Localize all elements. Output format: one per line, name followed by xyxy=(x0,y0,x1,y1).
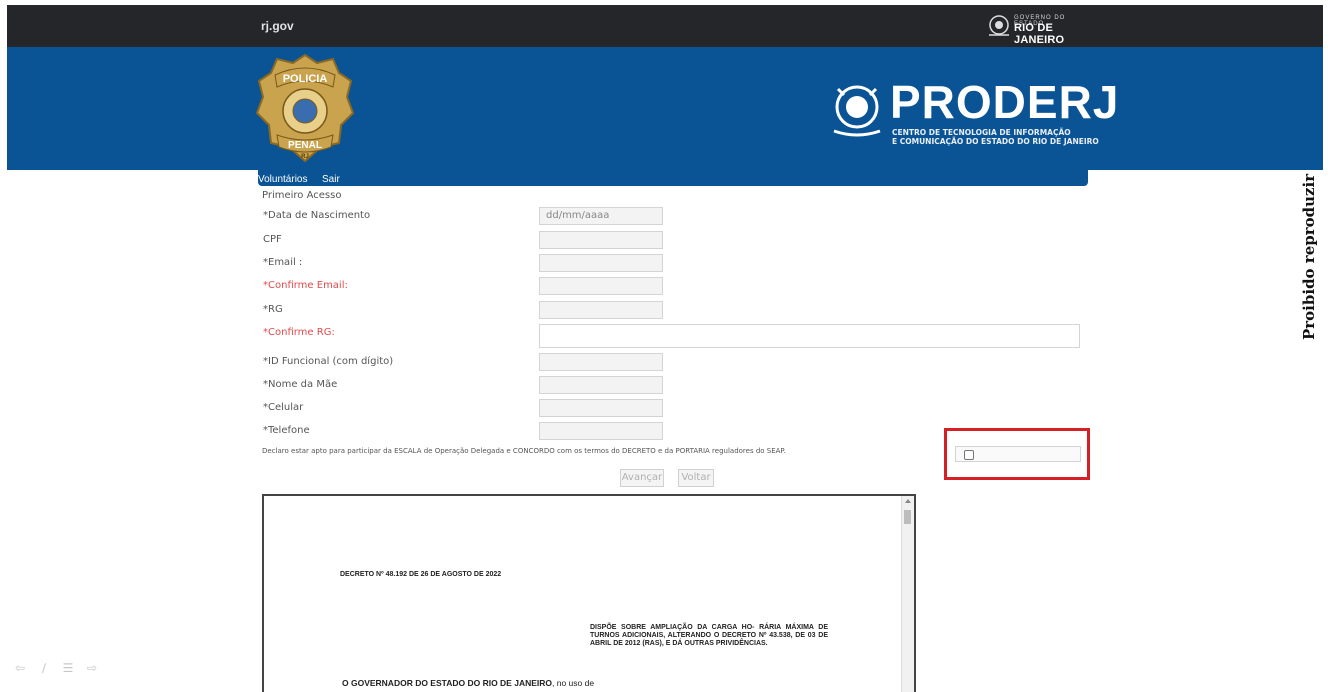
scroll-thumb[interactable] xyxy=(904,510,911,524)
document-scrollbar[interactable] xyxy=(901,496,914,692)
nav-bar: Voluntários Sair xyxy=(258,170,1088,186)
declaration-checkbox[interactable] xyxy=(964,450,974,460)
scroll-up-icon[interactable] xyxy=(905,499,911,503)
form-title: Primeiro Acesso xyxy=(262,190,342,201)
presentation-nav: ⇦ ∕ ☰ ⇨ xyxy=(12,661,100,675)
rj-coat-of-arms-icon xyxy=(989,15,1009,36)
decree-body-bold: O GOVERNADOR DO ESTADO DO RIO DE JANEIRO xyxy=(342,678,553,688)
data-nascimento-input[interactable]: dd/mm/aaaa xyxy=(539,207,663,225)
badge-rj-text: RJ xyxy=(301,154,309,160)
confirme-email-input[interactable] xyxy=(539,277,663,295)
pen-icon[interactable]: ∕ xyxy=(36,662,52,674)
label-cpf: CPF xyxy=(263,234,282,245)
proderj-subtitle-line1: CENTRO DE TECNOLOGIA DE INFORMAÇÃO xyxy=(892,128,1071,137)
back-button[interactable]: Voltar xyxy=(678,469,714,487)
proderj-title: PRODERJ xyxy=(890,76,1120,128)
nav-link-sair[interactable]: Sair xyxy=(322,174,340,185)
decree-ementa: DISPÕE SOBRE AMPLIAÇÃO DA CARGA HO- RÁRI… xyxy=(590,624,828,647)
nome-mae-input[interactable] xyxy=(539,376,663,394)
label-email: *Email : xyxy=(263,257,303,268)
label-nome-mae: *Nome da Mãe xyxy=(263,379,338,390)
cpf-input[interactable] xyxy=(539,231,663,249)
policia-penal-badge-logo: POLICIA PENAL RJ xyxy=(255,53,355,163)
label-confirme-rg: *Confirme RG: xyxy=(263,327,335,338)
rjgov-link[interactable]: rj.gov xyxy=(261,19,294,33)
arrow-right-icon[interactable]: ⇨ xyxy=(84,662,100,674)
declaration-text: Declaro estar apto para participar da ES… xyxy=(262,447,786,455)
label-celular: *Celular xyxy=(263,402,304,413)
proderj-logo: PRODERJ CENTRO DE TECNOLOGIA DE INFORMAÇ… xyxy=(830,76,1120,146)
confirme-rg-input[interactable] xyxy=(539,324,1080,348)
arrow-left-icon[interactable]: ⇦ xyxy=(12,662,28,674)
declaration-checkbox-field[interactable] xyxy=(955,446,1081,462)
telefone-input[interactable] xyxy=(539,422,663,440)
advance-button[interactable]: Avançar xyxy=(620,469,664,487)
badge-top-text: POLICIA xyxy=(283,73,328,85)
gov-rj-logo[interactable]: GOVERNO DO ESTADO RIO DE JANEIRO xyxy=(987,13,1097,46)
celular-input[interactable] xyxy=(539,399,663,417)
rg-input[interactable] xyxy=(539,301,663,319)
id-funcional-input[interactable] xyxy=(539,353,663,371)
label-telefone: *Telefone xyxy=(263,425,310,436)
badge-bottom-text: PENAL xyxy=(288,140,322,151)
nav-link-voluntarios[interactable]: Voluntários xyxy=(258,174,307,185)
label-data-nascimento: *Data de Nascimento xyxy=(263,210,371,221)
label-rg: *RG xyxy=(263,304,283,315)
email-input[interactable] xyxy=(539,254,663,272)
rj-crest-icon xyxy=(833,85,881,137)
top-bar: rj.gov GOVERNO DO ESTADO RIO DE JANEIRO xyxy=(7,5,1323,47)
label-confirme-email: *Confirme Email: xyxy=(263,280,348,291)
decree-document-viewer[interactable]: DECRETO Nº 48.192 DE 26 DE AGOSTO DE 202… xyxy=(262,494,916,692)
decree-body: O GOVERNADOR DO ESTADO DO RIO DE JANEIRO… xyxy=(342,678,594,688)
proderj-subtitle-line2: E COMUNICAÇÃO DO ESTADO DO RIO DE JANEIR… xyxy=(892,137,1099,146)
decree-body-rest: , no uso de xyxy=(552,678,595,688)
side-watermark: Proibido reproduzir xyxy=(1300,173,1318,340)
gov-logo-big-text: RIO DE JANEIRO xyxy=(1014,22,1065,46)
proderj-subtitle: CENTRO DE TECNOLOGIA DE INFORMAÇÃO E COM… xyxy=(892,128,1132,146)
decree-title: DECRETO Nº 48.192 DE 26 DE AGOSTO DE 202… xyxy=(340,571,502,578)
label-id-funcional: *ID Funcional (com dígito) xyxy=(263,356,394,367)
header-banner: POLICIA PENAL RJ PRODERJ CENTRO DE TECNO… xyxy=(7,47,1323,170)
menu-icon[interactable]: ☰ xyxy=(60,662,76,674)
